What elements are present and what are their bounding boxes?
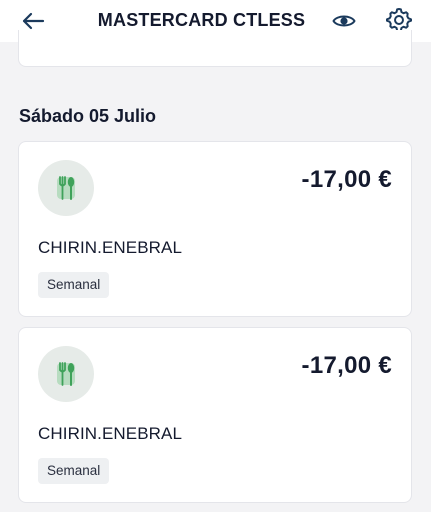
transaction-card[interactable]: -17,00 € CHIRIN.ENEBRAL Semanal <box>18 141 412 317</box>
transaction-amount: -17,00 € <box>301 166 392 193</box>
merchant-name: CHIRIN.ENEBRAL <box>38 424 183 443</box>
transaction-card[interactable]: -17,00 € CHIRIN.ENEBRAL Semanal <box>18 327 412 503</box>
category-badge <box>38 160 94 216</box>
fork-knife-icon <box>57 362 75 386</box>
page-title: MASTERCARD CTLESS <box>97 10 306 30</box>
date-section-header: Sábado 05 Julio <box>19 106 157 126</box>
merchant-name: CHIRIN.ENEBRAL <box>38 238 183 257</box>
transaction-amount: -17,00 € <box>301 352 392 379</box>
category-tag: Semanal <box>38 272 110 298</box>
previous-transaction-card[interactable] <box>18 30 412 67</box>
fork-knife-icon <box>57 176 75 200</box>
category-badge <box>38 346 94 402</box>
category-tag: Semanal <box>38 458 110 484</box>
